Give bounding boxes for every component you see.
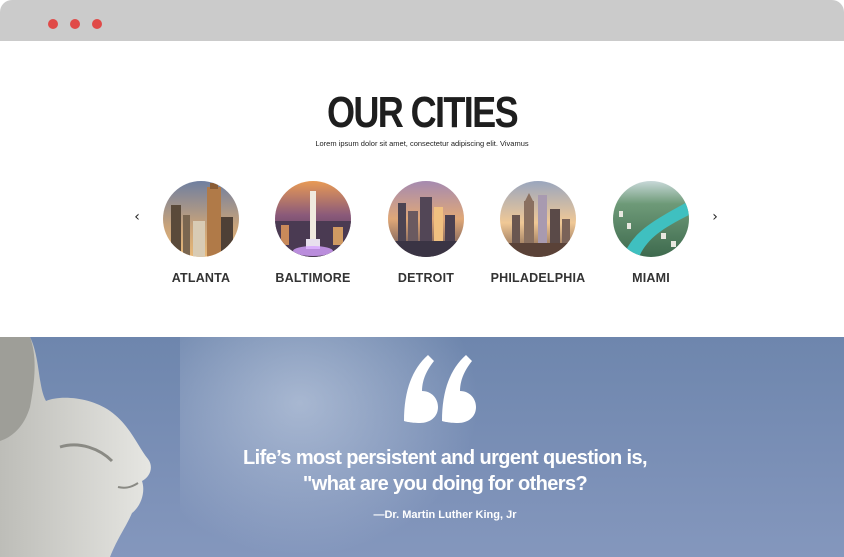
city-card-miami[interactable]: MIAMI <box>591 181 711 285</box>
city-card-detroit[interactable]: DETROIT <box>366 181 486 285</box>
quote-line-1: Life’s most persistent and urgent questi… <box>243 447 648 469</box>
quote-section: Life’s most persistent and urgent questi… <box>0 337 844 557</box>
city-label-atlanta: ATLANTA <box>171 271 231 285</box>
city-card-philadelphia[interactable]: PHILADELPHIA <box>478 181 598 285</box>
statue-image <box>0 337 151 557</box>
baltimore-photo <box>275 181 351 257</box>
city-card-atlanta[interactable]: ATLANTA <box>141 181 261 285</box>
city-label-philadelphia: PHILADELPHIA <box>490 271 586 285</box>
atlanta-photo <box>163 181 239 257</box>
city-label-detroit: DETROIT <box>397 271 455 285</box>
city-card-baltimore[interactable]: BALTIMORE <box>253 181 373 285</box>
quote-mark-icon <box>404 355 476 423</box>
carousel-next-button[interactable]: › <box>707 209 723 225</box>
section-title: OUR CITIES <box>326 88 519 137</box>
window-minimize-button[interactable] <box>70 19 80 29</box>
section-subtitle: Lorem ipsum dolor sit amet, consectetur … <box>315 139 529 148</box>
window-title-bar <box>0 0 844 41</box>
quote-line-2: "what are you doing for others? <box>302 473 588 495</box>
cities-section: OUR CITIES Lorem ipsum dolor sit amet, c… <box>0 41 844 337</box>
window-maximize-button[interactable] <box>92 19 102 29</box>
quote-text: Life’s most persistent and urgent questi… <box>220 445 670 497</box>
window-close-button[interactable] <box>48 19 58 29</box>
chevron-right-icon: › <box>712 209 718 225</box>
detroit-photo <box>388 181 464 257</box>
philadelphia-photo <box>500 181 576 257</box>
quote-author: —Dr. Martin Luther King, Jr <box>373 509 517 521</box>
city-label-miami: MIAMI <box>632 271 670 285</box>
chevron-left-icon: ‹ <box>134 209 140 225</box>
miami-photo <box>613 181 689 257</box>
city-label-baltimore: BALTIMORE <box>275 271 351 285</box>
